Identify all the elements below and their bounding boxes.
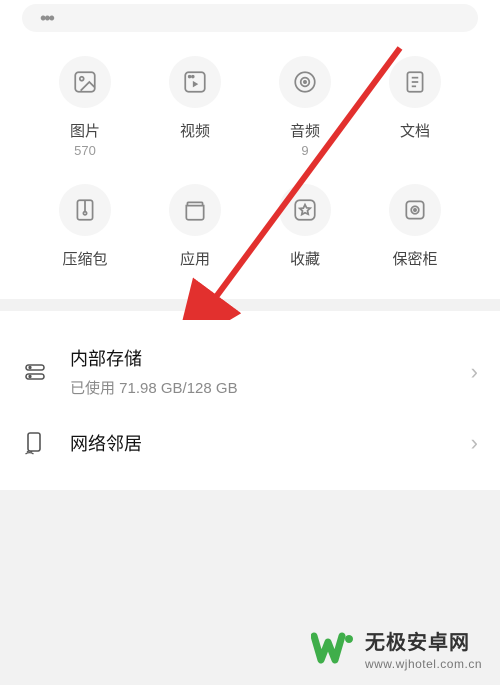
category-favorites[interactable]: 收藏 (250, 184, 360, 271)
category-label: 视频 (180, 120, 210, 141)
storage-icon (22, 360, 48, 384)
storage-subtitle: 已使用 71.98 GB/128 GB (70, 377, 471, 398)
chevron-right-icon: › (471, 430, 478, 456)
category-images[interactable]: 图片 570 (30, 56, 140, 158)
watermark-text: 无极安卓网 www.wjhotel.com.cn (365, 626, 482, 671)
category-grid: 图片 570 视频 音频 (0, 56, 500, 271)
internal-storage-row[interactable]: 内部存储 已使用 71.98 GB/128 GB › (0, 329, 500, 414)
categories-card: ••• 图片 570 视频 (0, 0, 500, 299)
category-videos[interactable]: 视频 (140, 56, 250, 158)
category-label: 音频 (290, 120, 320, 141)
video-icon (169, 56, 221, 108)
audio-icon (279, 56, 331, 108)
network-neighbors-row[interactable]: 网络邻居 › (0, 414, 500, 472)
chevron-right-icon: › (471, 359, 478, 385)
image-icon (59, 56, 111, 108)
search-placeholder-dots: ••• (40, 8, 53, 29)
storage-title: 内部存储 (70, 345, 471, 371)
row-text: 内部存储 已使用 71.98 GB/128 GB (70, 345, 471, 398)
watermark-en: www.wjhotel.com.cn (365, 657, 482, 671)
category-label: 压缩包 (62, 248, 107, 269)
category-safe[interactable]: 保密柜 (360, 184, 470, 271)
watermark-logo-icon (311, 632, 355, 666)
category-apps[interactable]: 应用 (140, 184, 250, 271)
search-input[interactable]: ••• (22, 4, 478, 32)
category-count: 9 (301, 143, 308, 158)
row-text: 网络邻居 (70, 430, 471, 456)
category-audio[interactable]: 音频 9 (250, 56, 360, 158)
category-label: 文档 (400, 120, 430, 141)
app-icon (169, 184, 221, 236)
watermark-cn: 无极安卓网 (365, 626, 482, 655)
category-label: 图片 (70, 120, 100, 141)
category-label: 应用 (180, 248, 210, 269)
network-title: 网络邻居 (70, 430, 471, 456)
category-docs[interactable]: 文档 (360, 56, 470, 158)
safe-icon (389, 184, 441, 236)
archive-icon (59, 184, 111, 236)
network-icon (22, 431, 48, 455)
watermark: 无极安卓网 www.wjhotel.com.cn (311, 626, 482, 671)
category-label: 保密柜 (392, 248, 437, 269)
storage-list: 内部存储 已使用 71.98 GB/128 GB › 网络邻居 › (0, 311, 500, 490)
category-label: 收藏 (290, 248, 320, 269)
favorite-icon (279, 184, 331, 236)
document-icon (389, 56, 441, 108)
category-count: 570 (74, 143, 96, 158)
category-archives[interactable]: 压缩包 (30, 184, 140, 271)
